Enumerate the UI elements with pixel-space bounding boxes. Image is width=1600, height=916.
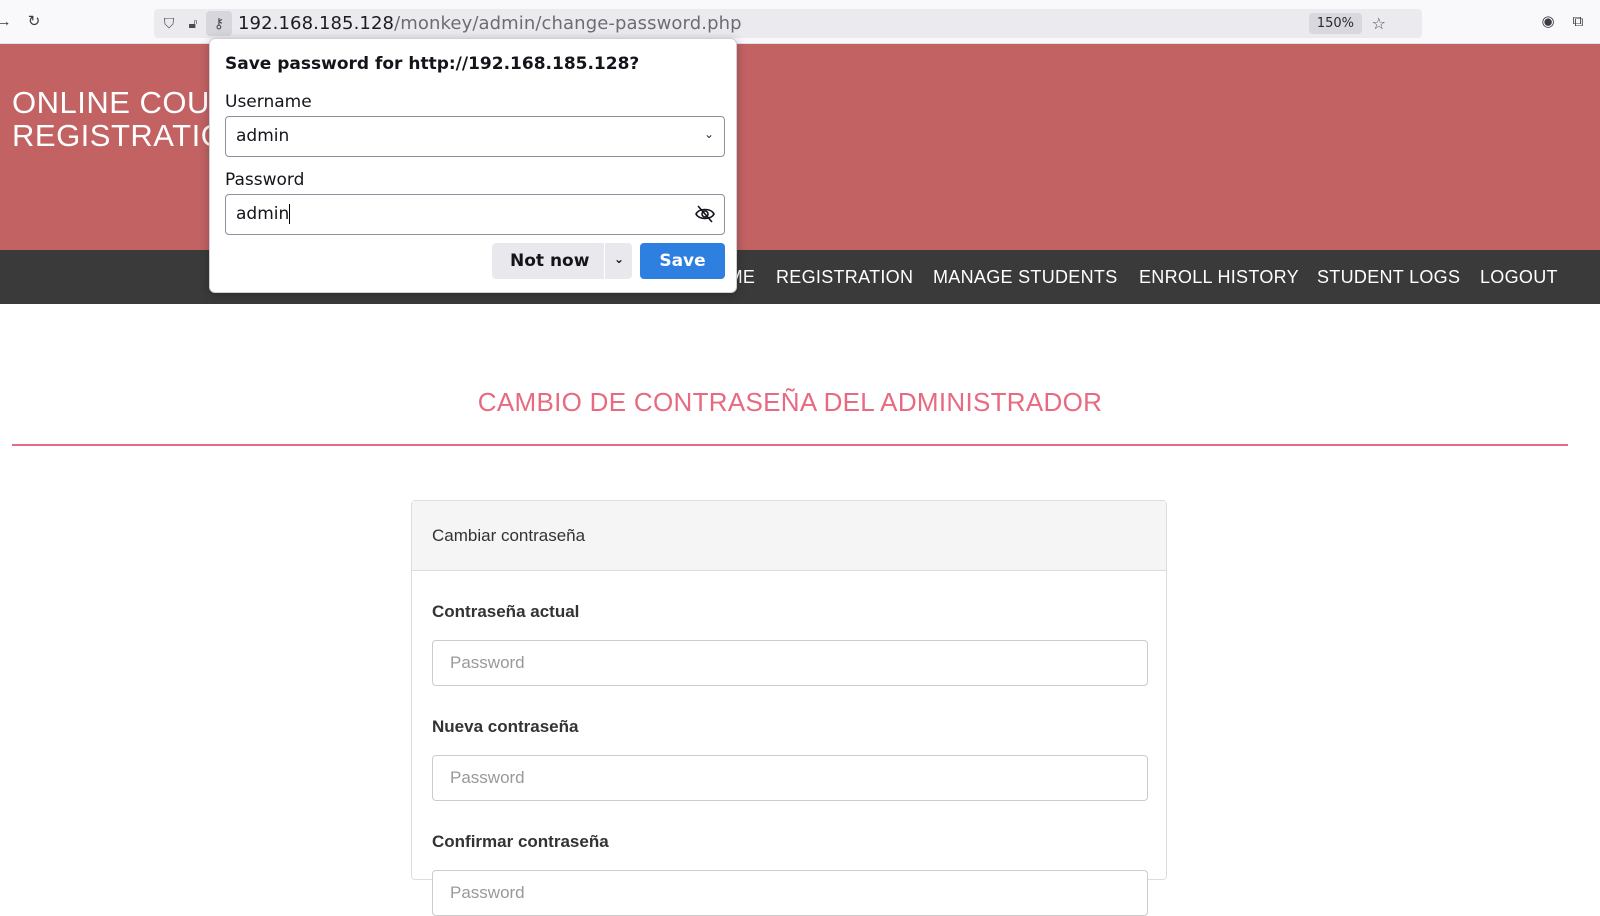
password-field[interactable]: admin [225, 194, 725, 235]
not-now-button[interactable]: Not now ⌄ [492, 243, 632, 279]
panel-heading: Cambiar contraseña [412, 501, 1166, 571]
key-icon: ⚷ [213, 15, 225, 31]
password-value: admin [236, 204, 290, 224]
text-caret [289, 204, 291, 224]
change-password-panel: Cambiar contraseña Contraseña actual Pas… [411, 500, 1167, 916]
bookmark-star-icon[interactable]: ☆ [1372, 14, 1386, 34]
new-password-input[interactable]: Password [432, 755, 1148, 801]
url-path: /monkey/admin/change-password.php [394, 13, 742, 34]
username-label: Username [225, 92, 312, 112]
not-now-label: Not now [510, 251, 590, 271]
save-password-popup: Save password for http://192.168.185.128… [209, 38, 737, 293]
chevron-down-icon[interactable]: ⌄ [614, 252, 624, 266]
nav-item-manage-students[interactable]: MANAGE STUDENTS [933, 267, 1118, 288]
button-separator [604, 243, 605, 279]
confirm-password-input[interactable]: Password [432, 870, 1148, 916]
title-divider [12, 444, 1568, 446]
chevron-down-icon[interactable]: ⌄ [704, 127, 714, 141]
username-field[interactable]: admin ⌄ [225, 116, 725, 157]
password-label: Password [225, 170, 305, 190]
nav-item-registration[interactable]: REGISTRATION [776, 267, 913, 288]
forward-icon[interactable]: → [0, 12, 14, 32]
account-icon[interactable]: ◉ [1538, 12, 1558, 32]
page-title: CAMBIO DE CONTRASEÑA DEL ADMINISTRADOR [477, 387, 1103, 417]
current-password-input[interactable]: Password [432, 640, 1148, 686]
key-icon-button[interactable]: ⚷ [206, 11, 232, 36]
nav-item-enroll-history[interactable]: ENROLL HISTORY [1139, 267, 1299, 288]
url-bar[interactable]: ⛉ 🔓︎ ⚷ 192.168.185.128/monkey/admin/chan… [154, 9, 1422, 38]
extensions-icon[interactable]: ⧉ [1568, 12, 1588, 32]
shield-icon[interactable]: ⛉ [160, 14, 178, 32]
new-password-label: Nueva contraseña [432, 717, 579, 736]
lock-icon[interactable]: 🔓︎ [184, 14, 202, 32]
hide-password-icon[interactable] [694, 203, 716, 225]
confirm-password-label: Confirmar contraseña [432, 832, 609, 851]
popup-title: Save password for http://192.168.185.128… [225, 54, 640, 74]
reload-icon[interactable]: ↻ [24, 12, 44, 32]
url-host: 192.168.185.128 [238, 13, 395, 34]
url-text[interactable]: 192.168.185.128/monkey/admin/change-pass… [238, 13, 742, 34]
nav-item-logout[interactable]: LOGOUT [1480, 267, 1558, 288]
nav-item-student-logs[interactable]: STUDENT LOGS [1317, 267, 1460, 288]
username-value: admin [236, 126, 290, 146]
current-password-label: Contraseña actual [432, 602, 580, 621]
zoom-level-badge[interactable]: 150% [1308, 13, 1362, 34]
save-button[interactable]: Save [640, 243, 725, 279]
